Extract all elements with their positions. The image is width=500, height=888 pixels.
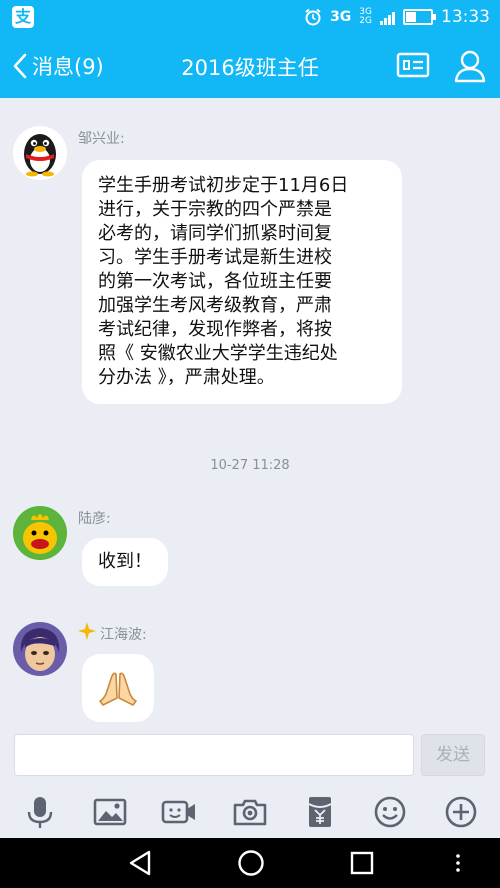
status-bar: 支 3G 3G 2G 13:33: [0, 0, 500, 34]
camera-icon: [233, 799, 267, 826]
group-members-button[interactable]: [452, 48, 488, 88]
battery-icon: [403, 9, 436, 25]
image-icon: [93, 798, 127, 826]
message-line: 进行，关于宗教的四个严禁是: [98, 199, 332, 220]
message-bubble[interactable]: [82, 654, 154, 722]
message-text: 收到！: [98, 551, 152, 572]
chat-messages[interactable]: 邹兴业: 学生手册考试初步定于11月6日 进行，关于宗教的四个严禁是 必考的，请…: [0, 98, 500, 728]
video-call-button[interactable]: [161, 794, 197, 830]
network-3g-label: 3G: [330, 9, 352, 25]
message-line: 加强学生考风考级教育，严肃: [98, 295, 332, 316]
signal-strength-icon: [380, 9, 395, 25]
avatar[interactable]: [13, 506, 67, 560]
camera-button[interactable]: [232, 794, 268, 830]
emoji-button[interactable]: [372, 794, 408, 830]
duck-avatar-icon: [13, 506, 67, 560]
star-badge-icon: [78, 622, 96, 640]
system-home-button[interactable]: [236, 848, 266, 882]
video-call-icon: [161, 800, 195, 824]
message-bubble[interactable]: 收到！: [82, 538, 168, 586]
sender-name: 陆彦:: [78, 511, 111, 527]
send-button[interactable]: 发送: [421, 734, 485, 776]
alipay-notification-icon: 支: [12, 6, 34, 28]
message-line: 照《 安徽农业大学学生违纪处: [98, 343, 338, 364]
message-input[interactable]: [14, 734, 414, 776]
network-2g-small: 2G: [359, 16, 372, 26]
message-line: 分办法 》，严肃处理。: [98, 367, 275, 388]
status-left: 支: [12, 6, 34, 28]
voice-button[interactable]: [22, 794, 58, 830]
cartoon-boy-avatar-icon: [13, 622, 67, 676]
triangle-back-icon: [129, 850, 151, 876]
emoji-icon: [374, 796, 406, 828]
message-line: 学生手册考试初步定于11月6日: [98, 175, 349, 196]
network-dual-label: 3G 2G: [359, 8, 372, 26]
sender-name: 邹兴业:: [78, 131, 125, 147]
group-profile-button[interactable]: [396, 50, 430, 84]
status-time: 13:33: [441, 7, 490, 27]
system-menu-button[interactable]: [452, 848, 464, 882]
message-bubble[interactable]: 学生手册考试初步定于11月6日 进行，关于宗教的四个严禁是 必考的，请同学们抓紧…: [82, 160, 402, 404]
more-vertical-icon: [456, 854, 460, 872]
user-icon: [454, 50, 486, 83]
chat-header: 消息(9) 2016级班主任: [0, 34, 500, 98]
red-packet-icon: [308, 797, 332, 827]
message-line: 的第一次考试，各位班主任要: [98, 271, 332, 292]
image-button[interactable]: [92, 794, 128, 830]
sender-name: 江海波:: [100, 627, 147, 643]
system-recents-button[interactable]: [348, 848, 376, 882]
more-button[interactable]: [443, 794, 479, 830]
id-card-icon: [396, 52, 430, 78]
penguin-avatar-icon: [13, 126, 67, 180]
plus-icon: [445, 796, 477, 828]
square-recents-icon: [350, 851, 374, 875]
microphone-icon: [27, 797, 53, 828]
alarm-icon: [305, 8, 321, 26]
avatar[interactable]: [13, 622, 67, 676]
system-back-button[interactable]: [126, 848, 154, 882]
message-line: 习。学生手册考试是新生进校: [98, 247, 332, 268]
red-packet-button[interactable]: [302, 794, 338, 830]
message-line: 必考的，请同学们抓紧时间复: [98, 223, 332, 244]
status-right: 3G 3G 2G 13:33: [304, 6, 490, 28]
avatar[interactable]: [13, 126, 67, 180]
praying-hands-icon: [99, 672, 137, 706]
system-navigation-bar: [0, 838, 500, 888]
message-line: 考试纪律，发现作弊者，将按: [98, 319, 332, 340]
circle-home-icon: [238, 850, 264, 876]
composer: 发送: [0, 728, 500, 838]
message-timestamp: 10-27 11:28: [210, 458, 290, 473]
